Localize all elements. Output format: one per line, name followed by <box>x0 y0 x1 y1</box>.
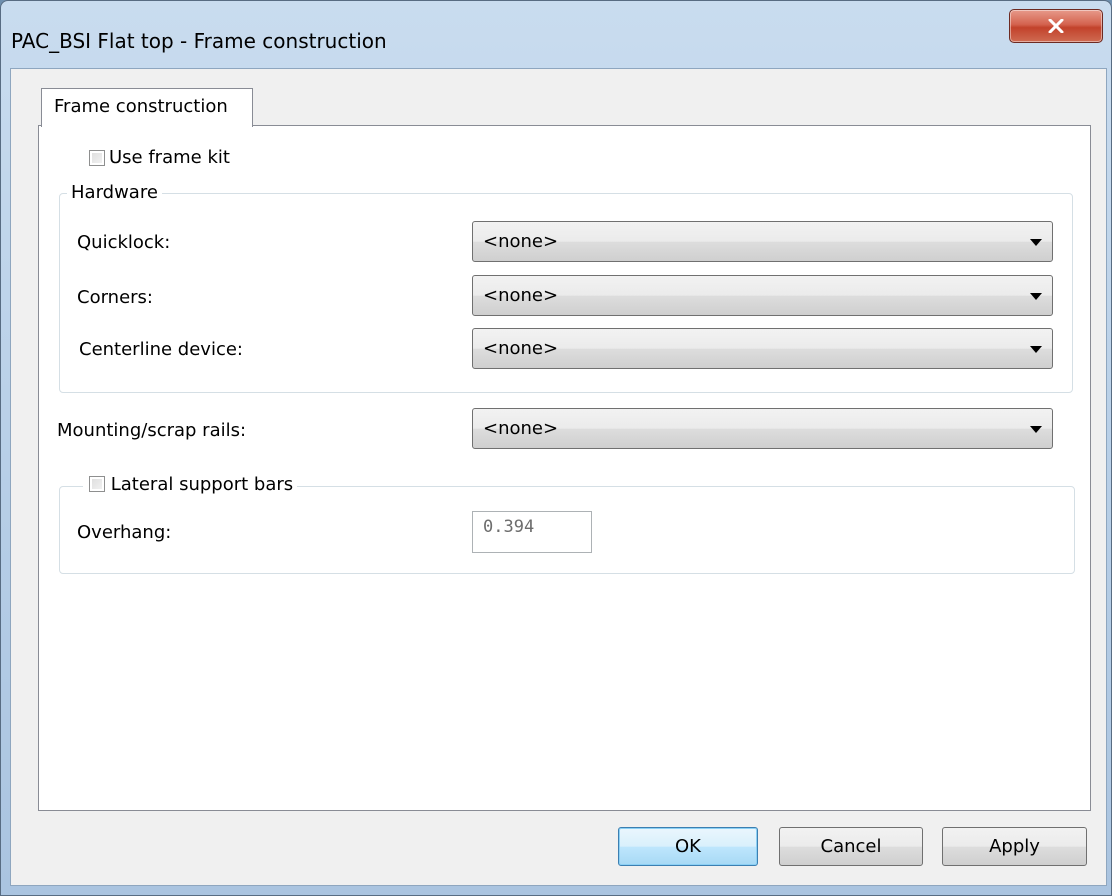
window-title: PAC_BSI Flat top - Frame construction <box>11 29 387 53</box>
overhang-input[interactable]: 0.394 <box>472 511 592 553</box>
corners-select[interactable]: <none> <box>472 275 1053 316</box>
mounting-rails-value: <none> <box>483 418 559 439</box>
corners-value: <none> <box>483 285 559 306</box>
mounting-rails-label: Mounting/scrap rails: <box>57 420 247 441</box>
quicklock-label: Quicklock: <box>77 232 171 253</box>
cancel-button[interactable]: Cancel <box>779 827 923 866</box>
chevron-down-icon <box>1030 293 1042 300</box>
chevron-down-icon <box>1030 346 1042 353</box>
quicklock-select[interactable]: <none> <box>472 221 1053 262</box>
tab-frame-construction[interactable]: Frame construction <box>41 88 253 127</box>
use-frame-kit-checkbox[interactable] <box>89 150 105 166</box>
dialog-window: PAC_BSI Flat top - Frame construction Fr… <box>0 0 1112 896</box>
mounting-rails-select[interactable]: <none> <box>472 408 1053 449</box>
apply-button[interactable]: Apply <box>942 827 1087 866</box>
centerline-device-value: <none> <box>483 338 559 359</box>
overhang-label: Overhang: <box>77 522 172 543</box>
tab-panel: Use frame kit Hardware Quicklock: <none>… <box>38 125 1091 811</box>
corners-label: Corners: <box>77 287 153 308</box>
quicklock-value: <none> <box>483 231 559 252</box>
ok-button[interactable]: OK <box>618 827 758 866</box>
lateral-support-checkbox[interactable] <box>89 476 105 492</box>
close-button[interactable] <box>1009 9 1103 43</box>
hardware-caption: Hardware <box>67 181 162 205</box>
use-frame-kit-label[interactable]: Use frame kit <box>109 146 230 170</box>
chevron-down-icon <box>1030 426 1042 433</box>
centerline-device-select[interactable]: <none> <box>472 328 1053 369</box>
dialog-client-area: Frame construction Use frame kit Hardwar… <box>10 68 1107 886</box>
centerline-device-label: Centerline device: <box>79 339 243 360</box>
lateral-support-caption: Lateral support bars <box>83 473 298 497</box>
lateral-support-label[interactable]: Lateral support bars <box>111 474 293 495</box>
close-icon <box>1048 19 1064 33</box>
chevron-down-icon <box>1030 239 1042 246</box>
